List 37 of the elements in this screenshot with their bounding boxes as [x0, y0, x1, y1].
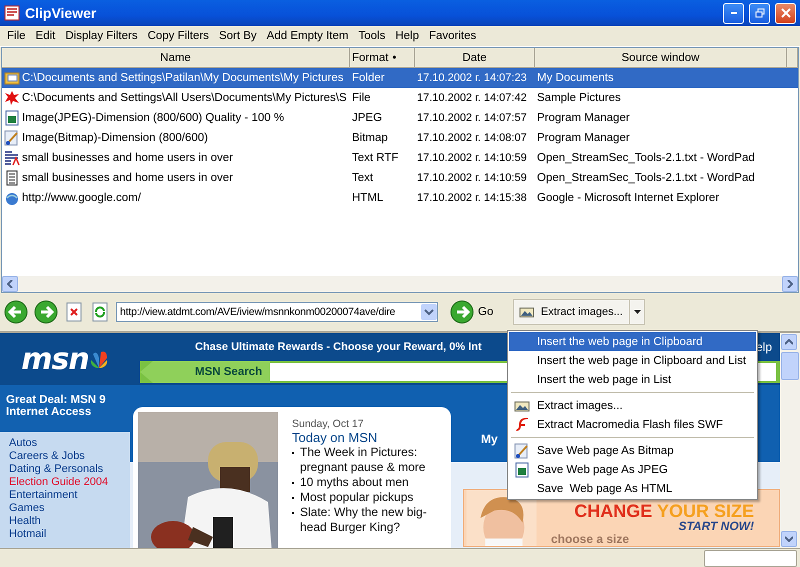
sort-indicator: •	[392, 52, 396, 64]
table-cell-text: Program Manager	[536, 132, 631, 144]
table-cell-text: My Documents	[536, 72, 615, 84]
search-label: MSN Search	[140, 361, 270, 383]
table-cell: C:\Documents and Settings\Patilan\My Documents\My Pictures	[22, 72, 344, 84]
table-cell-text: JPEG	[351, 112, 384, 124]
table-cell-text: Text RTF	[351, 152, 400, 164]
ad-cta: START NOW!	[678, 520, 754, 533]
table-cell-text: 17.10.2002 г. 14:08:07	[416, 132, 528, 144]
table-cell: C:\Documents and Settings\All Users\Documents\My Pictures\S	[22, 92, 347, 104]
ad-headline: CHANGE YOUR SIZE	[574, 503, 754, 520]
table-cell: small businesses and home users in over	[22, 152, 233, 164]
table-cell: http://www.google.com/	[22, 192, 141, 204]
window-title: ClipViewer	[25, 5, 98, 21]
table-cell-text: Bitmap	[351, 132, 389, 144]
table-cell-text: Google - Microsoft Internet Explorer	[536, 192, 720, 204]
news-date: Sunday, Oct 17	[292, 418, 365, 430]
table-cell: Image(JPEG)-Dimension (800/600) Quality - 100 %	[22, 112, 284, 124]
table-cell-text: 17.10.2002 г. 14:07:57	[416, 112, 528, 124]
table-cell-text: Open_StreamSec_Tools-2.1.txt - WordPad	[536, 172, 756, 184]
table-cell-text: 17.10.2002 г. 14:15:38	[416, 192, 528, 204]
column-label: Format	[352, 52, 388, 64]
table-cell-text: 17.10.2002 г. 14:07:42	[416, 92, 528, 104]
table-cell-text: HTML	[351, 192, 384, 204]
table-cell: Image(Bitmap)-Dimension (800/600)	[22, 132, 208, 144]
table-cell: small businesses and home users in over	[22, 172, 233, 184]
table-cell-text: Open_StreamSec_Tools-2.1.txt - WordPad	[536, 152, 756, 164]
table-cell-text: Program Manager	[536, 112, 631, 124]
logo-text: msn	[21, 342, 89, 376]
table-cell-text: 17.10.2002 г. 14:10:59	[416, 152, 528, 164]
table-cell-text: 17.10.2002 г. 14:10:59	[416, 172, 528, 184]
table-cell-text: Sample Pictures	[536, 92, 622, 104]
table-cell-text: Folder	[351, 72, 386, 84]
table-cell-text: File	[351, 92, 372, 104]
table-cell-text: 17.10.2002 г. 14:07:23	[416, 72, 528, 84]
table-cell-text: Text	[351, 172, 374, 184]
ad-subtitle: choose a size	[551, 533, 630, 546]
